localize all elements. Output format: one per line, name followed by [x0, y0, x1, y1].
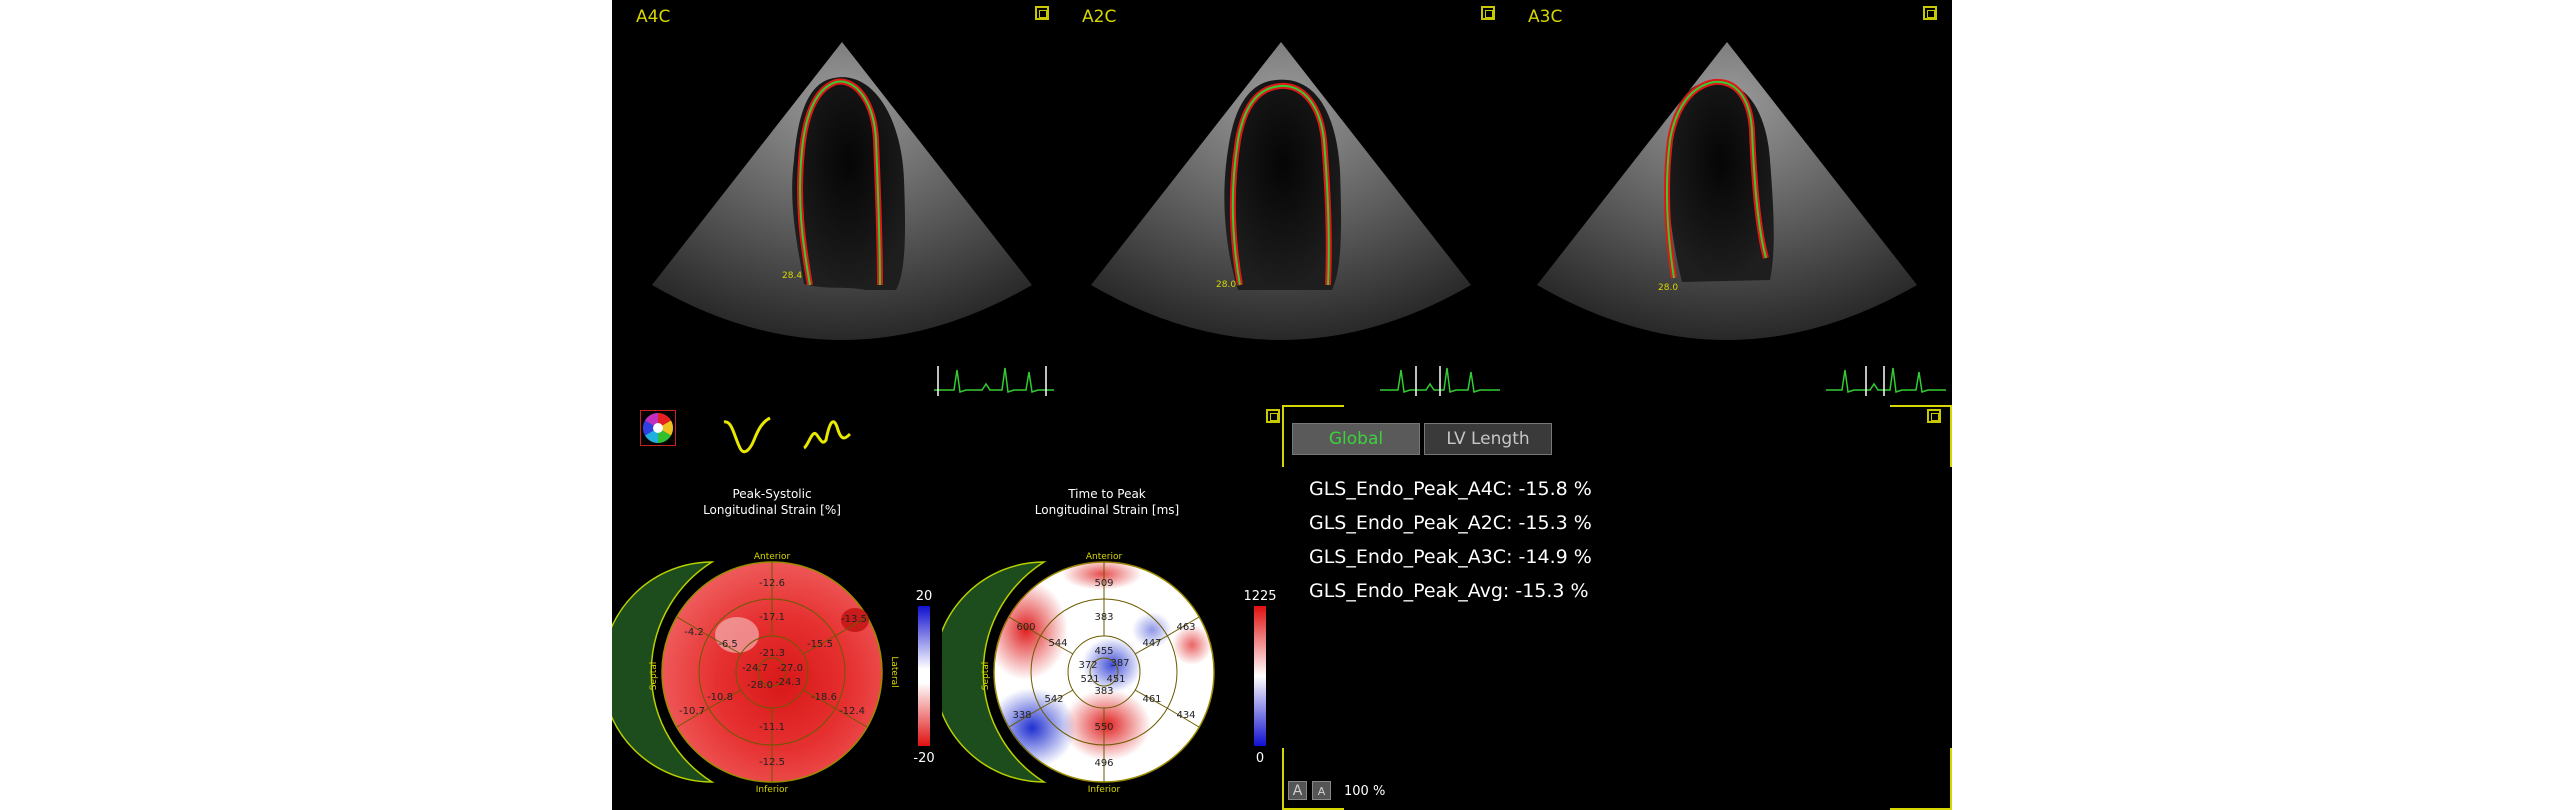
strain-color-scale	[918, 606, 930, 746]
gls-row-a4c: GLS_Endo_Peak_A4C: -15.8 %	[1309, 478, 1592, 500]
segment-value: 451	[1106, 674, 1125, 685]
label-anterior: Anterior	[754, 552, 791, 562]
tab-global[interactable]: Global	[1292, 423, 1420, 455]
segment-value: -6.5	[718, 639, 738, 650]
segment-value: 434	[1176, 710, 1195, 721]
label-inferior: Inferior	[756, 785, 789, 795]
segment-value: 387	[1110, 658, 1129, 669]
font-decrease-button[interactable]: A	[1312, 781, 1331, 800]
strain-rate-curve-icon[interactable]	[802, 410, 852, 460]
time-color-scale	[1254, 606, 1266, 746]
strain-curve-icon[interactable]	[722, 410, 772, 460]
time-scale-max: 1225	[1243, 589, 1276, 604]
annotation-a2c: 28.0	[1216, 280, 1236, 290]
gls-value: -15.8 %	[1518, 478, 1592, 500]
gls-value: -15.3 %	[1515, 580, 1589, 602]
gls-name: GLS_Endo_Peak_Avg:	[1309, 580, 1510, 602]
bullseye-color-icon[interactable]	[640, 410, 676, 446]
gls-row-a2c: GLS_Endo_Peak_A2C: -15.3 %	[1309, 512, 1592, 534]
segment-value: -18.6	[811, 692, 837, 703]
segment-value: -4.2	[684, 627, 704, 638]
segment-value: 447	[1142, 638, 1161, 649]
time-to-peak-bullseye-panel: Time to Peak Longitudinal Strain [ms] Se…	[942, 487, 1277, 795]
view-a4c[interactable]: 28.4 A4C	[612, 0, 1058, 400]
gls-name: GLS_Endo_Peak_A3C:	[1309, 546, 1513, 568]
view-label-a2c: A2C	[1082, 7, 1117, 27]
strain-plot-title-1: Peak-Systolic	[732, 487, 811, 501]
time-plot-title-1: Time to Peak	[1067, 487, 1146, 501]
echo-image-a4c: 28.4	[652, 42, 1032, 340]
segment-value: -28.0	[747, 680, 773, 691]
gls-name: GLS_Endo_Peak_A2C:	[1309, 512, 1513, 534]
strain-analysis-app: 28.4 A4C 28.0 A2C 28.0 A3C Peak-Systolic…	[612, 0, 1952, 810]
maximize-icon[interactable]	[1927, 409, 1941, 423]
segment-value: -15.5	[807, 639, 833, 650]
segment-value: -12.6	[759, 578, 785, 589]
strain-scale-min: -20	[913, 751, 934, 766]
ecg-trace-a4c	[934, 366, 1054, 396]
gls-value: -14.9 %	[1518, 546, 1592, 568]
label-lateral: Lateral	[889, 656, 899, 687]
echo-image-a2c: 28.0	[1091, 42, 1471, 340]
view-label-a4c: A4C	[636, 7, 671, 27]
label-anterior: Anterior	[1086, 552, 1123, 562]
segment-value: 455	[1094, 646, 1113, 657]
results-panel: Global LV Length GLS_Endo_Peak_A4C: -15.…	[1266, 405, 1952, 810]
segment-value: 496	[1094, 758, 1113, 769]
gls-row-avg: GLS_Endo_Peak_Avg: -15.3 %	[1309, 580, 1589, 602]
segment-value: 461	[1142, 694, 1161, 705]
segment-value: 542	[1044, 694, 1063, 705]
label-septal: Septal	[649, 662, 659, 691]
view-a2c[interactable]: 28.0 A2C	[1058, 0, 1504, 400]
segment-value: 544	[1048, 638, 1067, 649]
segment-value: 372	[1078, 660, 1097, 671]
segment-value: -12.4	[839, 706, 865, 717]
label-septal: Septal	[981, 662, 991, 691]
time-plot-title-2: Longitudinal Strain [ms]	[1035, 503, 1179, 517]
strain-plot-title-2: Longitudinal Strain [%]	[703, 503, 841, 517]
segment-value: 509	[1094, 578, 1113, 589]
segment-value: 383	[1094, 686, 1113, 697]
tab-lv-length[interactable]: LV Length	[1424, 423, 1552, 455]
segment-value: -27.0	[777, 663, 803, 674]
zoom-level: 100 %	[1344, 784, 1386, 799]
ecg-trace-a2c	[1380, 366, 1500, 396]
maximize-icon[interactable]	[1481, 6, 1495, 20]
segment-value: 383	[1094, 612, 1113, 623]
segment-value: -21.3	[759, 648, 785, 659]
segment-value: 463	[1176, 622, 1195, 633]
view-label-a3c: A3C	[1528, 7, 1563, 27]
annotation-a3c: 28.0	[1658, 283, 1678, 293]
segment-value: -17.1	[759, 612, 785, 623]
label-inferior: Inferior	[1088, 785, 1121, 795]
maximize-icon[interactable]	[1035, 6, 1049, 20]
echo-image-a3c: 28.0	[1537, 42, 1917, 340]
segment-value: -13.5	[841, 614, 867, 625]
segment-value: 600	[1016, 622, 1035, 633]
maximize-icon[interactable]	[1923, 6, 1937, 20]
segment-value: -24.3	[775, 677, 801, 688]
strain-scale-max: 20	[916, 589, 933, 604]
maximize-icon[interactable]	[1266, 409, 1280, 423]
gls-name: GLS_Endo_Peak_A4C:	[1309, 478, 1513, 500]
font-increase-button[interactable]: A	[1288, 781, 1307, 800]
segment-value: -10.7	[679, 706, 705, 717]
segment-value: 338	[1012, 710, 1031, 721]
time-scale-min: 0	[1256, 751, 1264, 766]
ecg-trace-a3c	[1826, 366, 1946, 396]
segment-value: 550	[1094, 722, 1113, 733]
segment-value: -11.1	[759, 722, 785, 733]
gls-row-a3c: GLS_Endo_Peak_A3C: -14.9 %	[1309, 546, 1592, 568]
segment-value: 521	[1080, 674, 1099, 685]
segment-value: -10.8	[707, 692, 733, 703]
segment-value: -12.5	[759, 757, 785, 768]
gls-value: -15.3 %	[1518, 512, 1592, 534]
view-a3c[interactable]: 28.0 A3C	[1504, 0, 1950, 400]
annotation-a4c: 28.4	[782, 271, 802, 281]
segment-value: -24.7	[742, 663, 768, 674]
strain-bullseye-panel: Peak-Systolic Longitudinal Strain [%] Se…	[612, 487, 935, 795]
